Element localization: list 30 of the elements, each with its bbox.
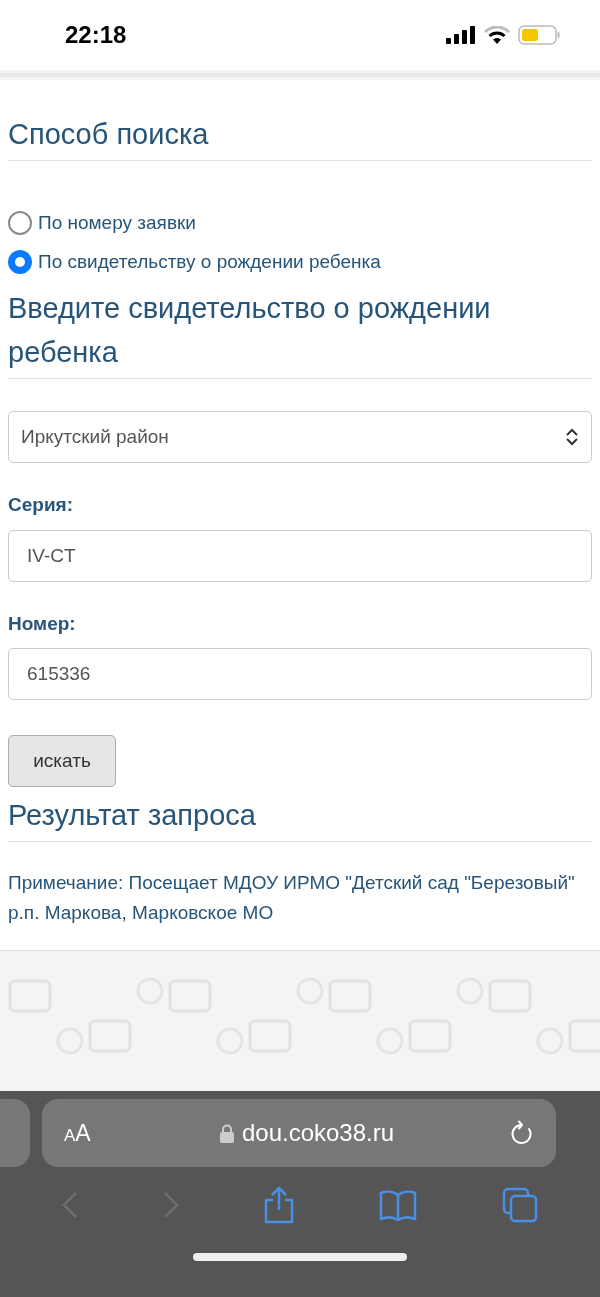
search-button[interactable]: искать: [8, 735, 116, 787]
radio-label: По свидетельству о рождении ребенка: [38, 249, 381, 274]
field-label: Номер:: [8, 611, 77, 636]
lock-icon: [219, 1123, 234, 1143]
radio-label: По номеру заявки: [38, 211, 196, 235]
result-note: Примечание: Посещает МДОУ ИРМО "Детский сад "Березовый" р.п. Маркова, Марковское МО: [8, 871, 576, 925]
section-heading: Результат запроса: [8, 798, 257, 833]
battery-icon: [518, 25, 560, 45]
radio-button[interactable]: [8, 211, 32, 236]
forward-icon[interactable]: [162, 1191, 179, 1219]
section-heading: Введите свидетельство о рождении ребенка: [8, 291, 492, 370]
radio-button[interactable]: [8, 249, 32, 274]
address-bar[interactable]: AA dou.coko38.ru: [42, 1099, 556, 1167]
text-field[interactable]: 615336: [8, 648, 592, 700]
tabs-icon[interactable]: [501, 1187, 538, 1223]
wifi-icon: [484, 25, 510, 45]
clock: 22:18: [65, 20, 127, 50]
url-text: dou.coko38.ru: [241, 1118, 395, 1148]
share-icon[interactable]: [262, 1186, 295, 1224]
field-label: Серия:: [8, 493, 74, 517]
bookmarks-icon[interactable]: [379, 1189, 418, 1221]
chevron-up-down-icon: [565, 428, 579, 446]
district-select[interactable]: Иркутский район: [8, 411, 592, 463]
signal-icon: [446, 26, 476, 44]
text-field[interactable]: IV-CT: [8, 529, 592, 582]
section-heading: Способ поиска: [8, 117, 210, 152]
previous-tab[interactable]: [0, 1099, 30, 1167]
back-icon[interactable]: [62, 1191, 79, 1219]
text-size-button[interactable]: AA: [64, 1115, 104, 1151]
reload-icon[interactable]: [510, 1120, 534, 1146]
